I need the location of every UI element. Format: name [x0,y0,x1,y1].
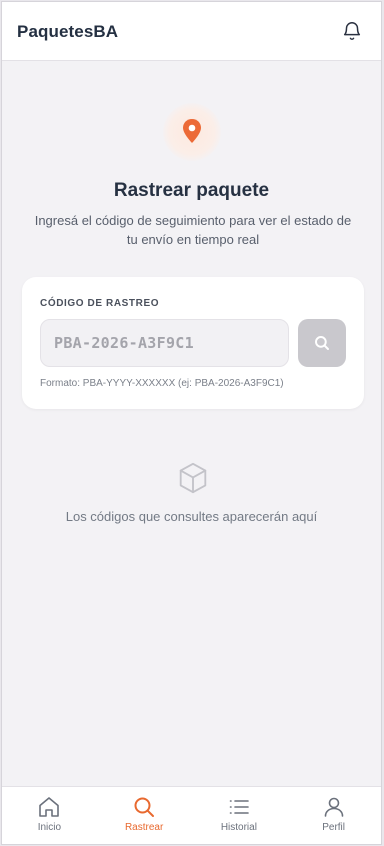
search-icon [315,336,329,350]
page-title: Rastrear paquete [113,180,270,201]
list-icon [229,800,249,814]
nav-item-perfil[interactable]: Perfil [286,787,381,844]
tracking-code-input[interactable] [40,319,289,367]
search-button[interactable] [298,319,346,367]
nav-item-historial[interactable]: Historial [192,787,287,844]
tracking-card: CÓDIGO DE RASTREO Formato: PBA-YYYY-XXXX… [22,277,364,409]
map-pin-icon [183,119,201,143]
box-icon [179,462,207,494]
bell-icon[interactable] [341,20,363,42]
home-icon [39,797,60,817]
brand-logo[interactable]: PaquetesBA [17,22,118,42]
app-frame: PaquetesBA Rastrear paquete Ingresá el c… [1,1,382,845]
map-pin-badge [163,103,221,161]
nav-item-inicio[interactable]: Inicio [2,787,97,844]
search-icon [134,797,155,817]
format-hint: Formato: PBA-YYYY-XXXXXX (ej: PBA-2026-A… [40,378,284,389]
nav-item-rastrear[interactable]: Rastrear [97,787,192,844]
user-icon [324,797,343,817]
nav-label-perfil: Perfil [322,822,346,833]
nav-label-historial: Historial [220,822,257,833]
bottom-navigation: Inicio Rastrear Historial Perfil [2,786,381,844]
page-subtitle: Ingresá el código de seguimiento para ve… [34,213,352,247]
tracking-code-label: CÓDIGO DE RASTREO [40,298,160,309]
top-header: PaquetesBA [2,2,381,61]
nav-label-rastrear: Rastrear [124,822,164,833]
nav-label-inicio: Inicio [37,822,62,833]
empty-state-text: Los códigos que consultes aparecerán aqu… [65,509,318,524]
